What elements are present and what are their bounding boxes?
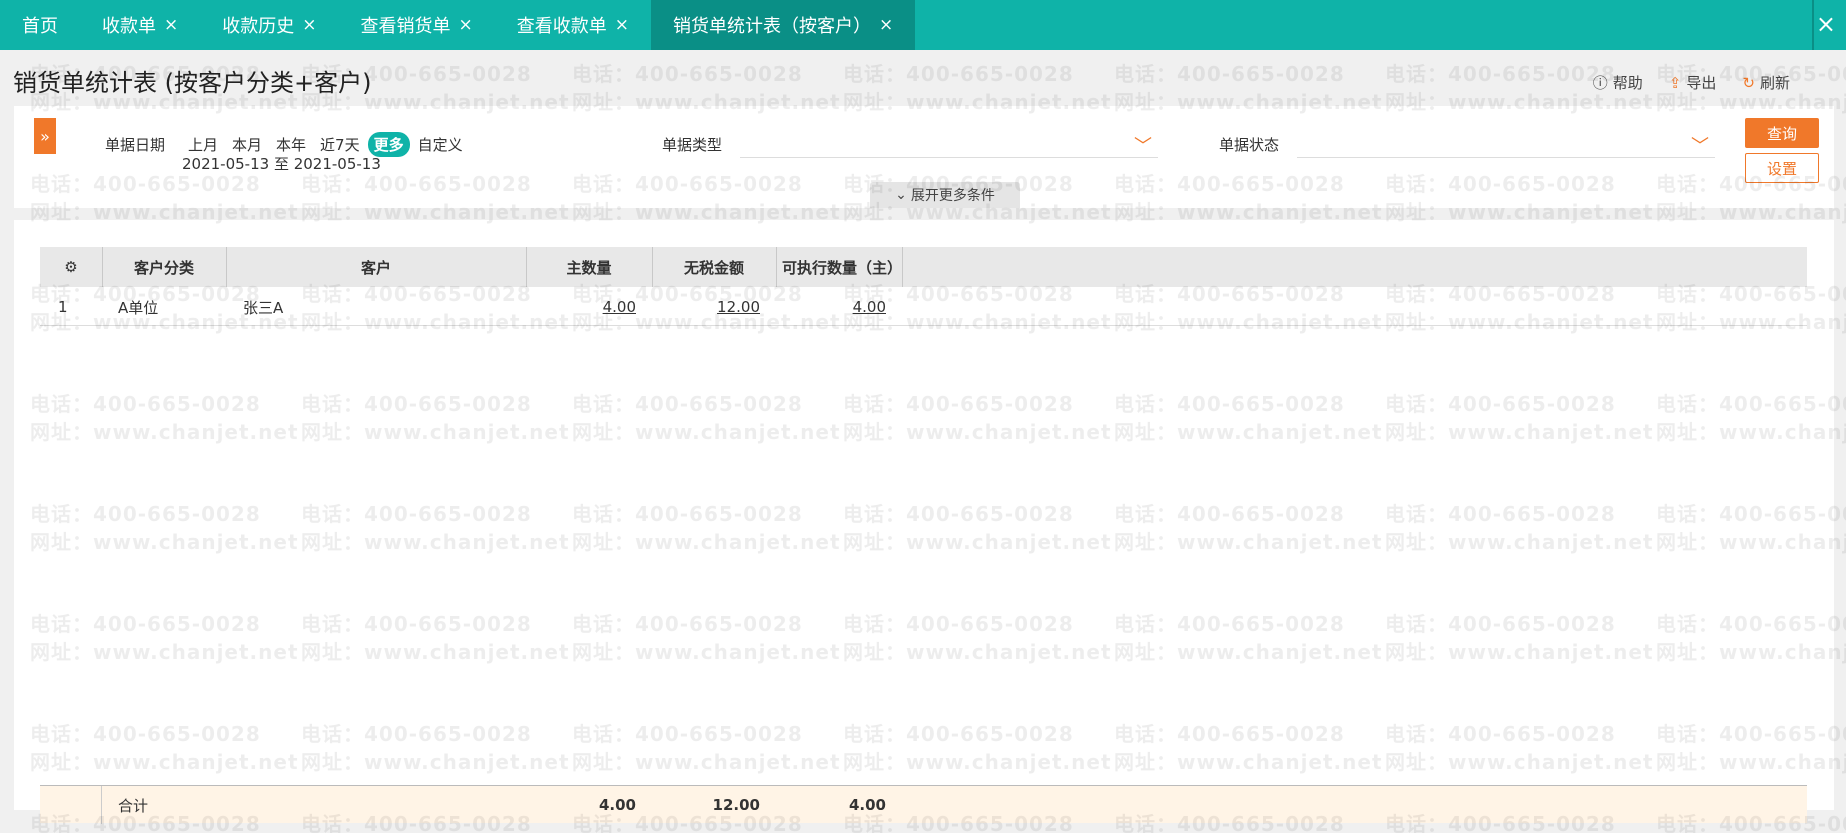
- column-header-executable-qty[interactable]: 可执行数量（主）: [776, 247, 902, 287]
- doc-status-label: 单据状态: [1219, 136, 1280, 154]
- tab-bar-divider: [1812, 0, 1814, 50]
- page-toolbar: ⓘ 帮助 ⇪ 导出 ↻ 刷新: [1593, 72, 1790, 93]
- export-button[interactable]: ⇪ 导出: [1669, 72, 1717, 93]
- tab-sales-stats-by-customer[interactable]: 销货单统计表（按客户） ×: [651, 0, 916, 50]
- close-icon[interactable]: ×: [879, 15, 893, 35]
- column-header-customer[interactable]: 客户: [226, 247, 526, 287]
- settings-button[interactable]: 设置: [1745, 153, 1819, 183]
- refresh-icon: ↻: [1742, 73, 1755, 92]
- tab-label: 收款历史: [222, 16, 295, 37]
- close-icon[interactable]: ×: [302, 15, 316, 35]
- tab-view-sales-order[interactable]: 查看销货单 ×: [339, 0, 495, 50]
- double-chevron-down-icon: ⌄: [895, 187, 907, 203]
- tab-label: 查看销货单: [360, 16, 451, 37]
- doc-type-label: 单据类型: [662, 136, 723, 154]
- tab-home[interactable]: 首页: [0, 0, 80, 50]
- close-all-icon[interactable]: ×: [1816, 11, 1836, 37]
- footer-main-qty: 4.00: [598, 796, 636, 814]
- column-header-customer-category[interactable]: 客户分类: [102, 247, 226, 287]
- expand-sidebar-icon[interactable]: »: [34, 118, 56, 154]
- footer-divider: [101, 786, 102, 824]
- expand-more-label: 展开更多条件: [910, 188, 995, 204]
- export-label: 导出: [1686, 74, 1717, 92]
- tab-label: 收款单: [102, 16, 156, 37]
- close-icon[interactable]: ×: [615, 15, 629, 35]
- column-header-main-qty[interactable]: 主数量: [526, 247, 652, 287]
- footer-executable-qty: 4.00: [848, 796, 886, 814]
- help-icon: ⓘ: [1592, 74, 1608, 92]
- chevron-down-icon: ﹀: [1691, 136, 1709, 157]
- column-settings-icon[interactable]: ⚙: [40, 247, 102, 287]
- chevron-down-icon: ﹀: [1134, 136, 1152, 157]
- expand-more-conditions-button[interactable]: ⌄ 展开更多条件: [870, 182, 1020, 208]
- date-range-value: 2021-05-13 至 2021-05-13: [182, 155, 381, 173]
- watermark-phone: 电话：400-665-0028: [843, 62, 1074, 86]
- export-icon: ⇪: [1668, 73, 1682, 92]
- column-header-amount-ex-tax[interactable]: 无税金额: [652, 247, 776, 287]
- table-footer-total: 合计 4.00 12.00 4.00: [40, 785, 1807, 824]
- doc-status-select[interactable]: ﹀: [1297, 132, 1715, 158]
- tab-bar: 首页 收款单 × 收款历史 × 查看销货单 × 查看收款单 × 销货单统计表（按客户） ×…: [0, 0, 1846, 50]
- tab-receipt-history[interactable]: 收款历史 ×: [200, 0, 338, 50]
- watermark-phone: 电话：400-665-0028: [572, 62, 803, 86]
- page-title: 销货单统计表 (按客户分类+客户): [13, 69, 372, 97]
- help-label: 帮助: [1612, 74, 1643, 92]
- watermark-phone: 电话：400-665-0028: [1114, 62, 1345, 86]
- chip-custom[interactable]: 自定义: [412, 132, 469, 157]
- query-button[interactable]: 查询: [1745, 118, 1819, 148]
- table-header: ⚙ 客户分类 客户 主数量 无税金额 可执行数量（主）: [40, 247, 1807, 287]
- row-index: 1: [58, 298, 68, 316]
- tab-view-receipt[interactable]: 查看收款单 ×: [495, 0, 651, 50]
- tab-receipt[interactable]: 收款单 ×: [80, 0, 200, 50]
- watermark-phone: 电话：400-665-0028: [1385, 62, 1616, 86]
- tab-label: 销货单统计表（按客户）: [673, 16, 871, 37]
- footer-amount-ex-tax: 12.00: [712, 796, 760, 814]
- tab-label: 查看收款单: [516, 16, 607, 37]
- cell-customer-category: A单位: [118, 298, 159, 317]
- doc-type-select[interactable]: ﹀: [740, 132, 1158, 158]
- cell-customer: 张三A: [243, 298, 284, 317]
- tab-label: 首页: [22, 16, 58, 37]
- date-filter-label: 单据日期: [105, 136, 166, 154]
- cell-amount-ex-tax-link[interactable]: 12.00: [652, 288, 760, 326]
- refresh-button[interactable]: ↻ 刷新: [1742, 72, 1790, 93]
- close-icon[interactable]: ×: [164, 15, 178, 35]
- table-row[interactable]: 1 A单位 张三A 4.00 12.00 4.00: [40, 288, 1807, 326]
- help-button[interactable]: ⓘ 帮助: [1593, 72, 1643, 93]
- footer-total-label: 合计: [118, 796, 149, 815]
- column-divider: [902, 247, 903, 287]
- close-icon[interactable]: ×: [459, 15, 473, 35]
- cell-executable-qty-link[interactable]: 4.00: [776, 288, 886, 326]
- cell-main-qty-link[interactable]: 4.00: [526, 288, 636, 326]
- refresh-label: 刷新: [1759, 74, 1790, 92]
